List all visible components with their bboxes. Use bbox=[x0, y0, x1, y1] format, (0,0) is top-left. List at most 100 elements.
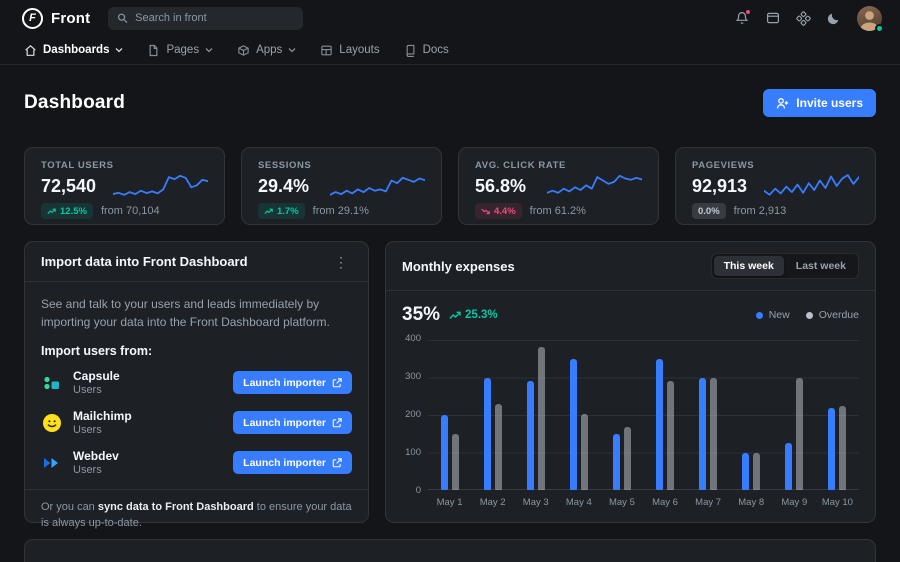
trend-badge: 0.0% bbox=[692, 203, 726, 219]
mid-row: Import data into Front Dashboard ⋮ See a… bbox=[24, 241, 876, 523]
import-description: See and talk to your users and leads imm… bbox=[41, 295, 352, 331]
mailchimp-icon bbox=[41, 412, 63, 434]
x-axis-label: May 7 bbox=[695, 497, 721, 508]
bottom-card bbox=[24, 539, 876, 562]
file-icon bbox=[147, 44, 160, 57]
import-row-webdev: Webdev Users Launch importer bbox=[41, 449, 352, 476]
chart-plot: May 1 May 2 May 3 May 4 May 5 May 6 May 7 May 8… bbox=[428, 340, 859, 508]
x-axis-label: May 3 bbox=[523, 497, 549, 508]
expenses-chart: 4003002001000 May 1May 2May 3May 4May 5M… bbox=[402, 340, 859, 508]
import-footer: Or you can sync data to Front Dashboard … bbox=[25, 489, 368, 542]
card-menu-icon[interactable]: ⋮ bbox=[330, 253, 352, 271]
bar-group: May 7 bbox=[687, 340, 730, 508]
main-nav: Dashboards Pages Apps Layouts Docs bbox=[0, 36, 900, 65]
week-toggle: This week Last week bbox=[711, 253, 859, 279]
legend-dot bbox=[756, 312, 763, 319]
moon-icon[interactable] bbox=[827, 12, 840, 25]
notification-dot bbox=[745, 9, 751, 15]
invite-users-button[interactable]: Invite users bbox=[763, 89, 876, 117]
y-axis-label: 400 bbox=[402, 334, 421, 344]
bar-new bbox=[527, 381, 534, 490]
invite-users-label: Invite users bbox=[796, 96, 863, 110]
stat-from: from 61.2% bbox=[530, 205, 586, 217]
bar-new bbox=[441, 415, 448, 490]
nav-label: Dashboards bbox=[43, 44, 109, 56]
bar-overdue bbox=[796, 378, 803, 491]
nav-label: Apps bbox=[256, 44, 282, 56]
external-link-icon bbox=[332, 458, 342, 468]
brand[interactable]: F Front bbox=[22, 8, 90, 29]
x-axis-label: May 2 bbox=[480, 497, 506, 508]
import-row-capsule: Capsule Users Launch importer bbox=[41, 369, 352, 396]
stat-card-click-rate: AVG. CLICK RATE 56.8% 4.4% from 61.2% bbox=[458, 147, 659, 225]
bar-overdue bbox=[839, 406, 846, 490]
y-axis-label: 200 bbox=[402, 410, 421, 420]
bar-overdue bbox=[624, 427, 631, 490]
external-link-icon bbox=[332, 378, 342, 388]
import-data-card: Import data into Front Dashboard ⋮ See a… bbox=[24, 241, 369, 523]
chart-legend: New Overdue bbox=[756, 309, 859, 321]
card-title: Import data into Front Dashboard bbox=[41, 254, 248, 269]
bar-new bbox=[570, 359, 577, 490]
nav-label: Docs bbox=[423, 44, 449, 56]
launch-importer-button[interactable]: Launch importer bbox=[233, 411, 352, 434]
x-axis-label: May 5 bbox=[609, 497, 635, 508]
nav-item-layouts[interactable]: Layouts bbox=[320, 36, 379, 64]
bar-group: May 8 bbox=[730, 340, 773, 508]
toggle-this-week[interactable]: This week bbox=[714, 256, 784, 276]
chart-y-axis: 4003002001000 bbox=[402, 334, 428, 496]
x-axis-label: May 1 bbox=[437, 497, 463, 508]
nav-label: Pages bbox=[166, 44, 199, 56]
bar-overdue bbox=[667, 381, 674, 490]
x-axis-label: May 8 bbox=[738, 497, 764, 508]
import-sub: Users bbox=[73, 424, 132, 436]
bar-group: May 6 bbox=[643, 340, 686, 508]
page-content: Dashboard Invite users TOTAL USERS 72,54… bbox=[0, 65, 900, 562]
bar-overdue bbox=[710, 378, 717, 491]
nav-item-apps[interactable]: Apps bbox=[237, 36, 296, 64]
bar-overdue bbox=[581, 414, 588, 491]
y-axis-label: 300 bbox=[402, 372, 421, 382]
x-axis-label: May 9 bbox=[781, 497, 807, 508]
legend-item-overdue[interactable]: Overdue bbox=[806, 309, 859, 321]
toggle-last-week[interactable]: Last week bbox=[786, 256, 856, 276]
x-axis-label: May 4 bbox=[566, 497, 592, 508]
brand-name: Front bbox=[51, 10, 90, 27]
sparkline-chart bbox=[113, 166, 208, 206]
y-axis-label: 100 bbox=[402, 448, 421, 458]
launch-importer-button[interactable]: Launch importer bbox=[233, 371, 352, 394]
front-logo-icon: F bbox=[22, 8, 43, 29]
user-plus-icon bbox=[776, 97, 789, 110]
expenses-percent: 35% bbox=[402, 304, 440, 326]
trend-up-icon bbox=[449, 311, 461, 320]
bar-overdue bbox=[538, 347, 545, 490]
x-axis-label: May 10 bbox=[822, 497, 853, 508]
avatar[interactable] bbox=[857, 6, 882, 31]
layout-icon bbox=[320, 44, 333, 57]
stats-row: TOTAL USERS 72,540 12.5% from 70,104 SES… bbox=[24, 147, 876, 225]
search-input[interactable] bbox=[135, 12, 294, 24]
sync-data-link[interactable]: sync data to Front Dashboard bbox=[98, 501, 254, 513]
x-axis-label: May 6 bbox=[652, 497, 678, 508]
bar-new bbox=[828, 408, 835, 491]
nav-item-pages[interactable]: Pages bbox=[147, 36, 213, 64]
bar-overdue bbox=[753, 453, 760, 491]
sparkline-chart bbox=[330, 166, 425, 206]
expenses-change: 25.3% bbox=[449, 309, 498, 321]
nav-item-dashboards[interactable]: Dashboards bbox=[24, 36, 123, 64]
browser-window-icon[interactable] bbox=[766, 11, 780, 25]
bell-icon[interactable] bbox=[735, 11, 749, 25]
trend-up-icon bbox=[47, 208, 56, 215]
chevron-down-icon bbox=[288, 47, 296, 53]
search-icon bbox=[117, 12, 128, 24]
bar-new bbox=[785, 443, 792, 490]
apps-grid-icon[interactable] bbox=[797, 12, 810, 25]
box-icon bbox=[237, 44, 250, 57]
chevron-down-icon bbox=[205, 47, 213, 53]
bar-new bbox=[699, 378, 706, 491]
legend-item-new[interactable]: New bbox=[756, 309, 790, 321]
launch-importer-button[interactable]: Launch importer bbox=[233, 451, 352, 474]
nav-item-docs[interactable]: Docs bbox=[404, 36, 449, 64]
trend-badge: 4.4% bbox=[475, 203, 522, 219]
bar-group: May 4 bbox=[557, 340, 600, 508]
